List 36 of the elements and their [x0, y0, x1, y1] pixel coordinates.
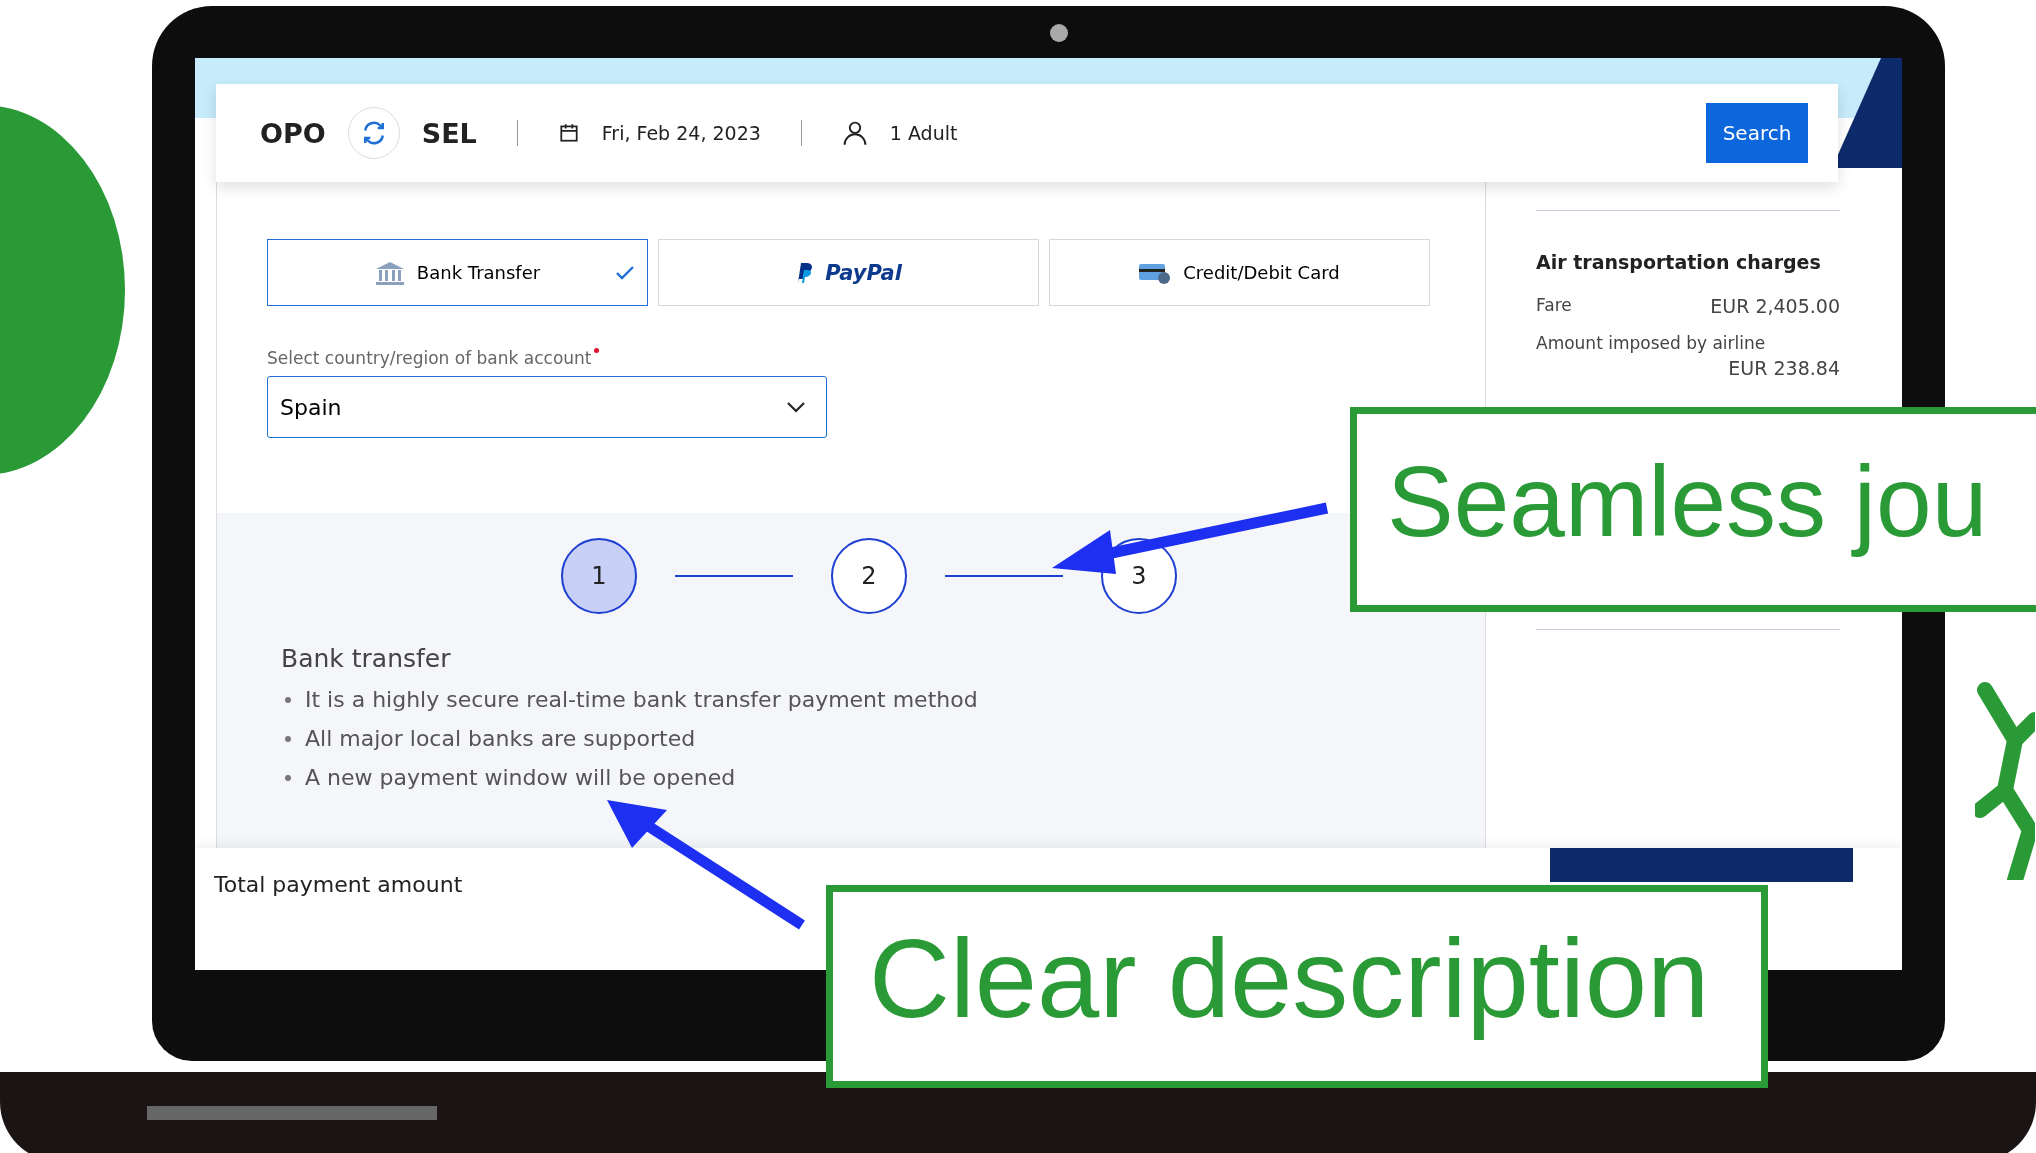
callout-box: Clear description: [826, 885, 1768, 1088]
step-circle: 1: [561, 538, 637, 614]
step-circle: 2: [831, 538, 907, 614]
check-icon: [615, 265, 635, 281]
card-icon: [1139, 261, 1172, 284]
bullet-text: A new payment window will be opened: [305, 765, 736, 790]
charge-amount: EUR 238.84: [1727, 357, 1840, 379]
charge-label: Fare: [1536, 295, 1572, 317]
payment-method-tab[interactable]: Bank Transfer: [267, 239, 648, 306]
description-title: Bank transfer: [281, 644, 452, 673]
bullet-text: All major local banks are supported: [305, 726, 696, 751]
search-button[interactable]: Search: [1706, 103, 1808, 163]
summary-title: Air transportation charges: [1536, 251, 1822, 273]
passenger-count[interactable]: 1 Adult: [889, 122, 958, 144]
field-label: Select country/region of bank account: [267, 348, 592, 368]
payment-method-tab[interactable]: Credit/Debit Card: [1049, 239, 1430, 306]
bullet-text: It is a highly secure real-time bank transfer payment method: [305, 687, 978, 712]
chevron-icon: [786, 401, 806, 413]
charge-label: Amount imposed by airline: [1536, 333, 1767, 353]
paypal-logo-icon: [795, 261, 814, 284]
callout-box: Seamless jou: [1350, 407, 2036, 612]
arrow-icon: [607, 800, 807, 930]
origin-code: OPO: [260, 117, 326, 149]
calendar-icon: [557, 122, 580, 144]
travel-date[interactable]: Fri, Feb 24, 2023: [601, 122, 761, 144]
payment-method-tab[interactable]: PayPal: [658, 239, 1039, 306]
total-label: Total payment amount: [214, 872, 463, 897]
bullet-icon: [285, 735, 291, 742]
bullet-icon: [285, 774, 291, 781]
camera-icon: [1050, 24, 1068, 42]
charge-amount: EUR 2,405.00: [1710, 295, 1840, 317]
bullet-icon: [285, 696, 291, 703]
destination-code: SEL: [421, 117, 477, 149]
person-icon: [841, 120, 868, 146]
bank-icon: [374, 260, 405, 285]
country-select[interactable]: Spain: [267, 376, 827, 438]
